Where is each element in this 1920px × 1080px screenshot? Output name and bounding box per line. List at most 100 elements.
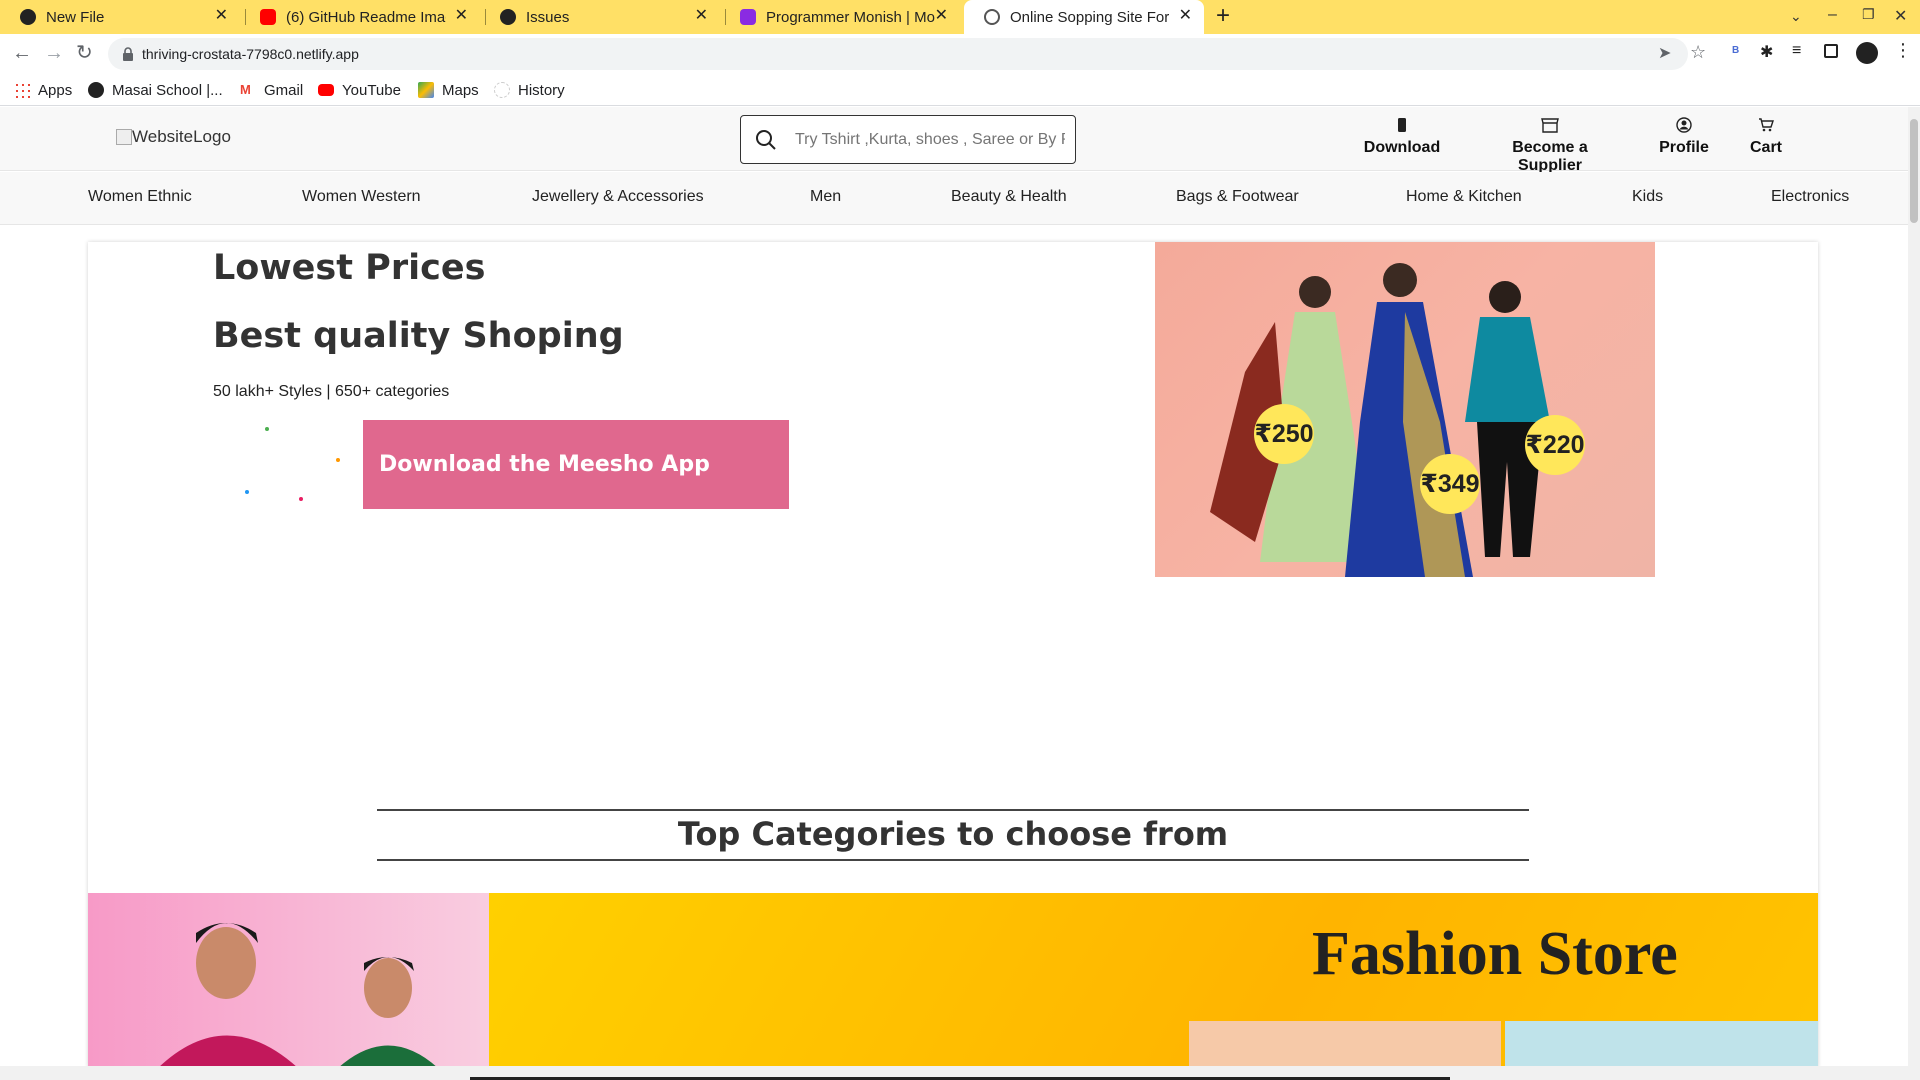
download-link[interactable]: Download (1362, 117, 1442, 157)
hero-subtitle: Best quality Shoping (213, 316, 624, 356)
bookmark-label: Maps (442, 81, 479, 99)
confetti-dot (245, 490, 249, 494)
masai-icon (88, 82, 104, 98)
category-nav: Women Ethnic Women Western Jewellery & A… (0, 172, 1908, 225)
forward-icon[interactable]: → (44, 42, 64, 64)
browser-tab[interactable]: New File ✕ (0, 0, 240, 34)
address-bar[interactable]: thriving-crostata-7798c0.netlify.app ➤ ☆ (108, 38, 1706, 70)
bookmark-history[interactable]: History (494, 78, 565, 102)
avatar[interactable] (1856, 42, 1878, 64)
download-label: Download (1363, 139, 1441, 156)
extensions-puzzle-icon[interactable]: ✱ (1760, 42, 1773, 62)
share-icon[interactable]: ➤ (1658, 43, 1671, 63)
close-icon[interactable]: ✕ (935, 8, 948, 24)
category-home-kitchen[interactable]: Home & Kitchen (1406, 188, 1522, 206)
become-supplier-link[interactable]: Become a Supplier (1478, 117, 1622, 175)
hero-stats: 50 lakh+ Styles | 650+ categories (213, 383, 450, 400)
profile-link[interactable]: Profile (1654, 117, 1714, 157)
browser-tab[interactable]: Programmer Monish | Mo ✕ (720, 0, 960, 34)
side-panel-icon[interactable] (1824, 44, 1838, 58)
search-box[interactable] (740, 115, 1076, 164)
back-icon[interactable]: ← (12, 42, 32, 64)
tab-search-icon[interactable]: ⌄ (1790, 8, 1802, 25)
cart-link[interactable]: Cart (1746, 117, 1786, 157)
fashion-store-banner[interactable]: Fashion Store (88, 893, 1818, 1068)
close-icon[interactable]: ✕ (455, 8, 468, 24)
browser-tab[interactable]: Issues ✕ (480, 0, 720, 34)
reading-list-icon[interactable]: ≡ (1792, 42, 1801, 60)
search-input[interactable] (795, 128, 1065, 152)
maps-icon (418, 82, 434, 98)
restore-icon[interactable]: ❐ (1862, 6, 1875, 23)
bookmark-masai[interactable]: Masai School |... (88, 78, 223, 102)
category-women-ethnic[interactable]: Women Ethnic (88, 188, 192, 206)
tab-title: Online Sopping Site For Fa (1010, 8, 1174, 26)
reload-icon[interactable]: ↻ (76, 42, 93, 64)
globe-icon (984, 9, 1000, 25)
category-kids[interactable]: Kids (1632, 188, 1663, 206)
price-badge: ₹250 (1254, 404, 1314, 464)
logo-alt-text: WebsiteLogo (132, 127, 231, 146)
browser-tab-strip: New File ✕ (6) GitHub Readme Image ✕ Iss… (0, 0, 1920, 34)
github-icon (500, 9, 516, 25)
website-logo[interactable]: WebsiteLogo (116, 127, 231, 147)
bookmark-label: Masai School |... (112, 81, 223, 99)
apps-grid-icon (14, 82, 30, 98)
close-icon[interactable]: ✕ (1179, 8, 1192, 24)
youtube-icon (260, 9, 276, 25)
category-men[interactable]: Men (810, 188, 841, 206)
site-icon (740, 9, 756, 25)
window-close-icon[interactable]: ✕ (1894, 6, 1907, 26)
history-icon (494, 82, 510, 98)
category-beauty-health[interactable]: Beauty & Health (951, 188, 1067, 206)
category-jewellery-accessories[interactable]: Jewellery & Accessories (532, 188, 704, 206)
tab-title: (6) GitHub Readme Image (286, 8, 446, 26)
category-women-western[interactable]: Women Western (302, 188, 421, 206)
bookmark-label: YouTube (342, 81, 401, 99)
bookmark-star-icon[interactable]: ☆ (1690, 42, 1706, 63)
close-icon[interactable]: ✕ (695, 8, 708, 24)
close-icon[interactable]: ✕ (215, 8, 228, 24)
category-electronics[interactable]: Electronics (1771, 188, 1849, 206)
browser-tab[interactable]: (6) GitHub Readme Image ✕ (240, 0, 480, 34)
top-categories-heading: Top Categories to choose from (377, 809, 1529, 861)
bookmark-gmail[interactable]: M Gmail (240, 78, 303, 102)
cart-label: Cart (1749, 139, 1782, 156)
browser-tab-active[interactable]: Online Sopping Site For Fa ✕ (964, 0, 1204, 34)
broken-image-icon (116, 129, 132, 145)
category-bags-footwear[interactable]: Bags & Footwear (1176, 188, 1299, 206)
youtube-icon (318, 84, 334, 96)
bookmark-maps[interactable]: Maps (418, 78, 479, 102)
scrollbar-thumb[interactable] (1910, 119, 1918, 223)
search-icon (756, 130, 776, 150)
vertical-scrollbar[interactable] (1908, 107, 1920, 1067)
site-header: WebsiteLogo Download Become a Supplier P… (0, 107, 1908, 174)
bookmark-label: History (518, 81, 565, 99)
cart-icon (1759, 118, 1774, 132)
browser-toolbar: ← → ↻ thriving-crostata-7798c0.netlify.a… (0, 34, 1920, 74)
tab-title: New File (46, 8, 105, 26)
minimize-icon[interactable]: – (1828, 6, 1837, 24)
bookmark-apps[interactable]: Apps (14, 78, 72, 102)
menu-kebab-icon[interactable]: ⋮ (1894, 40, 1912, 61)
new-tab-button[interactable]: + (1216, 4, 1230, 28)
banner-product-image (1189, 1021, 1501, 1068)
profile-label: Profile (1659, 139, 1709, 156)
lock-icon (123, 47, 133, 61)
extension-b-icon[interactable]: B (1732, 45, 1739, 56)
price-badge: ₹349 (1420, 454, 1480, 514)
banner-title: Fashion Store (1312, 920, 1678, 988)
bookmark-label: Apps (38, 81, 73, 99)
download-app-button[interactable]: Download the Meesho App (363, 420, 789, 509)
supplier-label: Become a Supplier (1512, 139, 1588, 174)
horizontal-scrollbar[interactable] (0, 1066, 1920, 1080)
tab-title: Programmer Monish | Mo (766, 8, 935, 26)
github-icon (20, 9, 36, 25)
bookmarks-bar: Apps Masai School |... M Gmail YouTube M… (0, 74, 1920, 106)
confetti-dot (265, 427, 269, 431)
hero-banner-image: ₹250 ₹349 ₹220 (1155, 242, 1655, 577)
banner-models-illustration (158, 923, 438, 1068)
phone-icon (1398, 118, 1406, 132)
bookmark-youtube[interactable]: YouTube (318, 78, 401, 102)
models-illustration (1210, 263, 1550, 577)
